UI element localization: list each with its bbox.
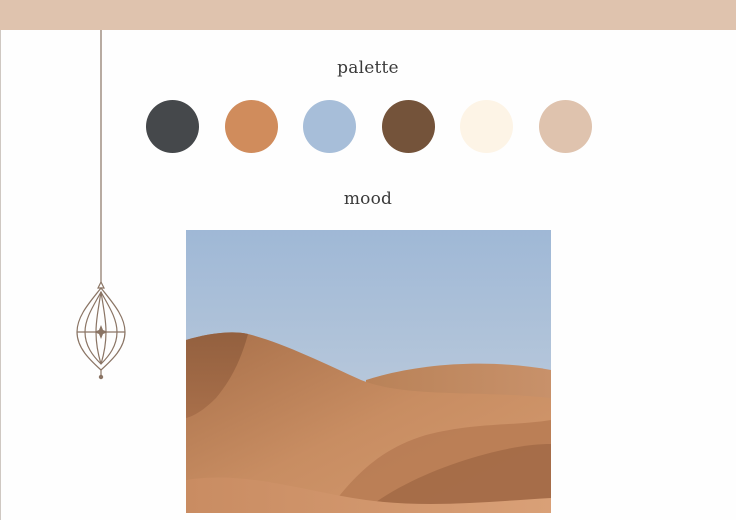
top-color-band bbox=[0, 0, 736, 30]
swatch-walnut-brown bbox=[382, 100, 435, 153]
desert-dunes-illustration bbox=[186, 230, 551, 513]
swatch-charcoal bbox=[146, 100, 199, 153]
palette-heading: palette bbox=[337, 58, 399, 78]
swatch-terracotta bbox=[225, 100, 278, 153]
swatch-nude-beige bbox=[539, 100, 592, 153]
swatch-dusty-blue bbox=[303, 100, 356, 153]
mood-image bbox=[186, 230, 551, 513]
palette-swatches bbox=[146, 100, 592, 154]
mood-heading: mood bbox=[343, 189, 393, 209]
swatch-cream bbox=[460, 100, 513, 153]
page-left-edge bbox=[0, 30, 1, 520]
